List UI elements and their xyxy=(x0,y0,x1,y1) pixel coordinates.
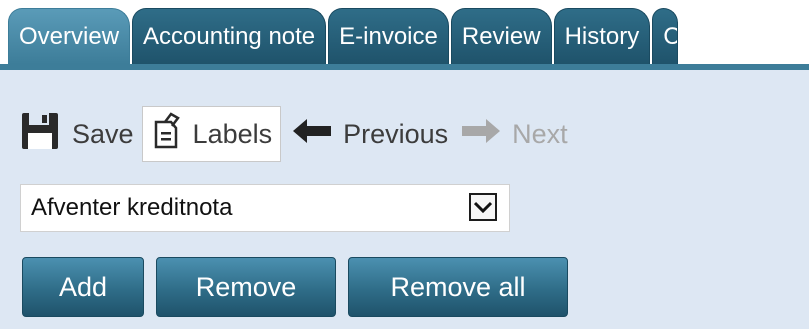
toolbar: Save Labels Previous Next xyxy=(20,102,568,166)
labels-label: Labels xyxy=(192,118,273,149)
floppy-disk-icon xyxy=(20,111,60,158)
remove-all-button[interactable]: Remove all xyxy=(348,257,568,317)
tab-e-invoice[interactable]: E-invoice xyxy=(328,8,449,64)
action-buttons: Add Remove Remove all xyxy=(22,257,568,317)
save-label: Save xyxy=(72,118,134,149)
remove-button[interactable]: Remove xyxy=(156,257,336,317)
previous-button[interactable]: Previous xyxy=(293,118,448,151)
status-select-value: Afventer kreditnota xyxy=(31,194,233,221)
overview-panel: Save Labels Previous Next Afventer kredi… xyxy=(0,70,809,329)
previous-label: Previous xyxy=(343,118,449,149)
remove-all-label: Remove all xyxy=(390,271,526,302)
tab-overview[interactable]: Overview xyxy=(8,8,131,64)
tab-bar: Overview Accounting note E-invoice Revie… xyxy=(0,0,809,70)
tag-clipboard-icon xyxy=(151,111,181,157)
add-button[interactable]: Add xyxy=(22,257,144,317)
tab-label: E-invoice xyxy=(339,23,438,50)
tab-overflow[interactable]: C xyxy=(652,8,679,64)
tab-history[interactable]: History xyxy=(553,8,651,64)
status-select[interactable]: Afventer kreditnota xyxy=(20,184,510,232)
remove-label: Remove xyxy=(195,271,297,302)
tab-label: Overview xyxy=(19,23,120,50)
chevron-down-icon[interactable] xyxy=(469,193,497,221)
add-label: Add xyxy=(58,271,108,302)
labels-button[interactable]: Labels xyxy=(141,106,282,162)
next-label: Next xyxy=(512,118,568,149)
arrow-right-icon xyxy=(462,118,501,151)
tab-accounting-note[interactable]: Accounting note xyxy=(132,8,327,64)
tab-label: Review xyxy=(461,23,541,50)
next-button[interactable]: Next xyxy=(462,118,568,151)
tab-list: Overview Accounting note E-invoice Revie… xyxy=(8,8,679,64)
tab-label: History xyxy=(564,23,640,50)
tab-label: C xyxy=(663,23,677,51)
arrow-left-icon xyxy=(293,118,332,151)
tab-label: Accounting note xyxy=(143,23,316,50)
save-button[interactable]: Save xyxy=(20,108,134,160)
tab-review[interactable]: Review xyxy=(450,8,552,64)
